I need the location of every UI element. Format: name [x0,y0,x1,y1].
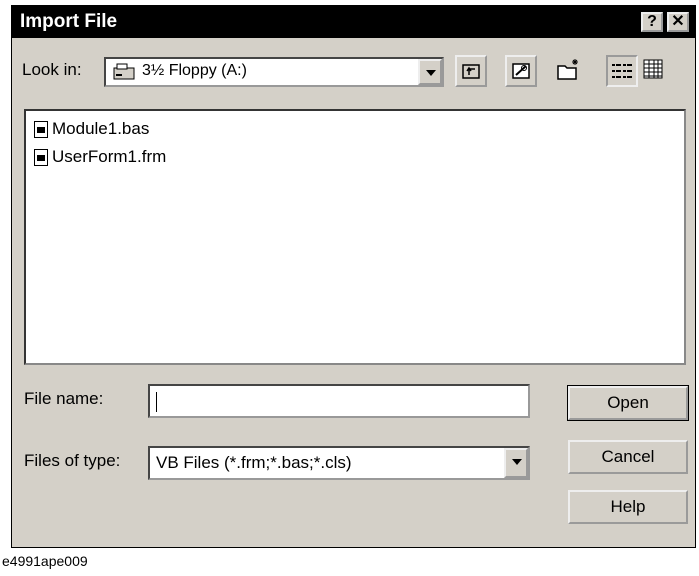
up-folder-icon [462,64,480,79]
new-folder-icon [557,59,578,80]
files-of-type-value: VB Files (*.frm;*.bas;*.cls) [156,453,352,472]
desktop-icon [512,63,530,79]
dialog-title: Import File [20,11,118,32]
file-list[interactable]: Module1.bas UserForm1.frm [24,109,686,365]
file-name-input[interactable] [148,384,530,418]
create-new-folder-button[interactable] [554,55,586,87]
file-item[interactable]: UserForm1.frm [34,145,166,169]
look-in-dropdown-arrow[interactable] [418,59,442,85]
file-name: UserForm1.frm [52,147,167,166]
vb-module-file-icon [34,120,48,138]
open-button[interactable]: Open [567,385,689,421]
look-in-label: Look in: [22,60,82,79]
list-view-icon [612,64,632,78]
file-name-label: File name: [24,389,104,408]
list-view-button[interactable] [606,55,638,87]
close-title-button[interactable]: ✕ [667,12,689,32]
cancel-button[interactable]: Cancel [568,440,688,474]
look-in-select[interactable]: 3½ Floppy (A:) [104,57,444,87]
figure-caption: e4991ape009 [2,553,88,569]
files-of-type-label: Files of type: [24,451,121,470]
files-of-type-select[interactable]: VB Files (*.frm;*.bas;*.cls) [148,446,530,480]
details-view-button[interactable] [639,55,671,87]
help-button[interactable]: Help [568,490,688,524]
help-title-button[interactable]: ? [641,12,663,32]
floppy-drive-icon [113,63,135,80]
details-view-icon [643,59,663,79]
vb-form-file-icon [34,148,48,166]
look-in-value: 3½ Floppy (A:) [142,62,247,79]
import-file-dialog: Import File ? ✕ Look in: 3½ Floppy (A:) [11,5,696,548]
up-one-level-button[interactable] [455,55,487,87]
title-bar: Import File ? ✕ [12,6,695,38]
desktop-button[interactable] [505,55,537,87]
file-name: Module1.bas [52,119,150,138]
text-cursor [156,391,157,412]
files-of-type-dropdown-arrow[interactable] [504,448,528,478]
file-item[interactable]: Module1.bas [34,117,149,141]
